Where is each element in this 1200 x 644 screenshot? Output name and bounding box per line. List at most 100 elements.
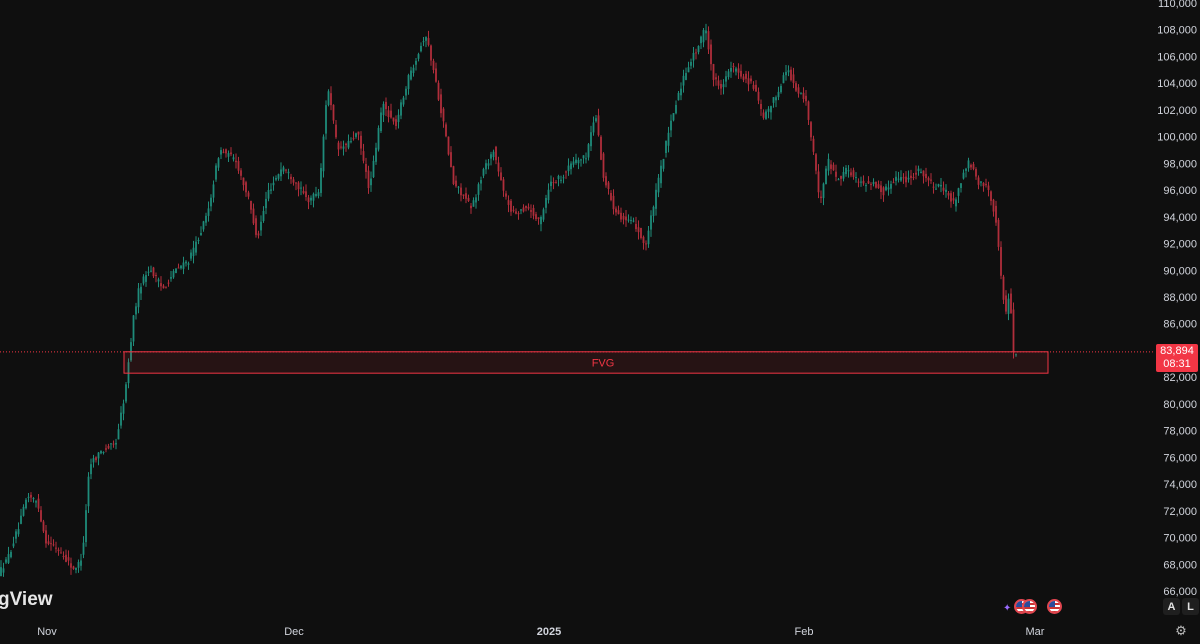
candle-body [95, 457, 97, 461]
candle-body [470, 205, 472, 209]
candle-body [445, 124, 447, 137]
candle-body [35, 501, 37, 503]
candle-body [890, 183, 892, 189]
candle-body [665, 140, 667, 153]
candle-body [802, 92, 805, 99]
candle-body [792, 74, 795, 83]
candle-body [195, 241, 197, 253]
candle-body [272, 182, 275, 186]
candle-body [410, 70, 412, 80]
candle-body [327, 91, 330, 105]
candle-body [835, 171, 837, 177]
candle-body [247, 192, 250, 197]
y-tick-label: 68,000 [1163, 559, 1197, 571]
candle-body [812, 138, 815, 152]
y-tick-label: 82,000 [1163, 372, 1197, 384]
candle-body [640, 228, 642, 238]
candle-body [717, 80, 720, 86]
candle-body [940, 184, 942, 187]
candle-body [460, 187, 462, 196]
candle-body [330, 93, 332, 106]
candle-body [385, 101, 387, 110]
candle-body [510, 200, 512, 212]
candle-body [697, 45, 700, 53]
candle-body [287, 171, 290, 174]
candle-body [245, 182, 247, 193]
candle-body [207, 208, 210, 216]
log-scale-button[interactable]: L [1182, 598, 1199, 615]
candle-body [142, 276, 145, 284]
candle-body [970, 164, 972, 168]
candle-body [292, 179, 295, 183]
auto-scale-button[interactable]: A [1163, 598, 1180, 615]
candle-body [215, 165, 217, 180]
candle-body [102, 452, 105, 454]
y-tick-label: 86,000 [1163, 319, 1197, 331]
x-tick-label: Nov [37, 626, 57, 638]
candle-body [270, 189, 272, 191]
candle-body [432, 60, 435, 70]
candle-body [580, 159, 582, 161]
candle-body [107, 445, 110, 449]
candle-body [782, 75, 785, 84]
candle-body [605, 176, 607, 186]
candle-body [557, 175, 560, 180]
us-flag-icon[interactable] [1047, 599, 1062, 614]
candle-body [555, 182, 557, 184]
candle-body [687, 67, 690, 73]
candle-body [732, 65, 735, 67]
candle-body [667, 132, 670, 146]
candle-body [405, 88, 407, 96]
candle-body [125, 384, 127, 402]
candle-body [955, 199, 957, 207]
candle-body [75, 567, 77, 570]
tradingview-watermark: gView [0, 589, 53, 610]
candle-body [855, 177, 857, 179]
candle-body [587, 144, 590, 158]
candle-body [100, 450, 102, 454]
bar-countdown: 08:31 [1163, 358, 1191, 370]
candle-body [370, 178, 372, 186]
candle-body [840, 175, 842, 179]
candle-body [797, 87, 800, 94]
candle-body [985, 183, 987, 186]
candle-body [712, 64, 715, 80]
candle-body [342, 146, 345, 149]
y-tick-label: 108,000 [1157, 25, 1197, 37]
time-axis[interactable]: Nov Dec 2025 Feb Mar [37, 626, 1045, 638]
candle-body [85, 510, 87, 543]
candle-body [685, 73, 687, 80]
candle-body [250, 200, 252, 210]
candle-body [990, 191, 992, 201]
candle-body [610, 192, 612, 201]
y-tick-label: 78,000 [1163, 426, 1197, 438]
candle-body [375, 147, 377, 162]
candle-body [55, 547, 57, 549]
candle-body [160, 283, 162, 287]
y-tick-label: 102,000 [1157, 105, 1197, 117]
candle-body [540, 216, 542, 225]
candle-body [645, 243, 647, 245]
candle-body [190, 252, 192, 259]
price-axis[interactable]: 110,000 108,000 106,000 104,000 102,000 100,0… [1157, 0, 1197, 598]
candle-body [612, 195, 615, 210]
candle-body [1012, 309, 1015, 353]
us-flag-icon[interactable] [1022, 599, 1037, 614]
candle-body [660, 165, 662, 184]
candle-body [307, 197, 310, 203]
candle-body [390, 110, 392, 118]
candle-body [295, 182, 297, 184]
candle-body [572, 161, 575, 165]
candle-body [520, 209, 522, 211]
candle-body [197, 239, 200, 241]
candle-body [915, 172, 917, 175]
candle-body [565, 171, 567, 173]
candle-body [185, 261, 187, 264]
fvg-zone[interactable] [123, 351, 1049, 374]
candle-body [202, 221, 205, 230]
gear-icon[interactable]: ⚙ [1174, 623, 1188, 638]
candle-body [87, 476, 90, 507]
candle-body [387, 110, 390, 118]
candle-body [585, 158, 587, 160]
price-chart[interactable]: FVG 110,000108,000106,000104,000102,0001… [0, 0, 1200, 644]
